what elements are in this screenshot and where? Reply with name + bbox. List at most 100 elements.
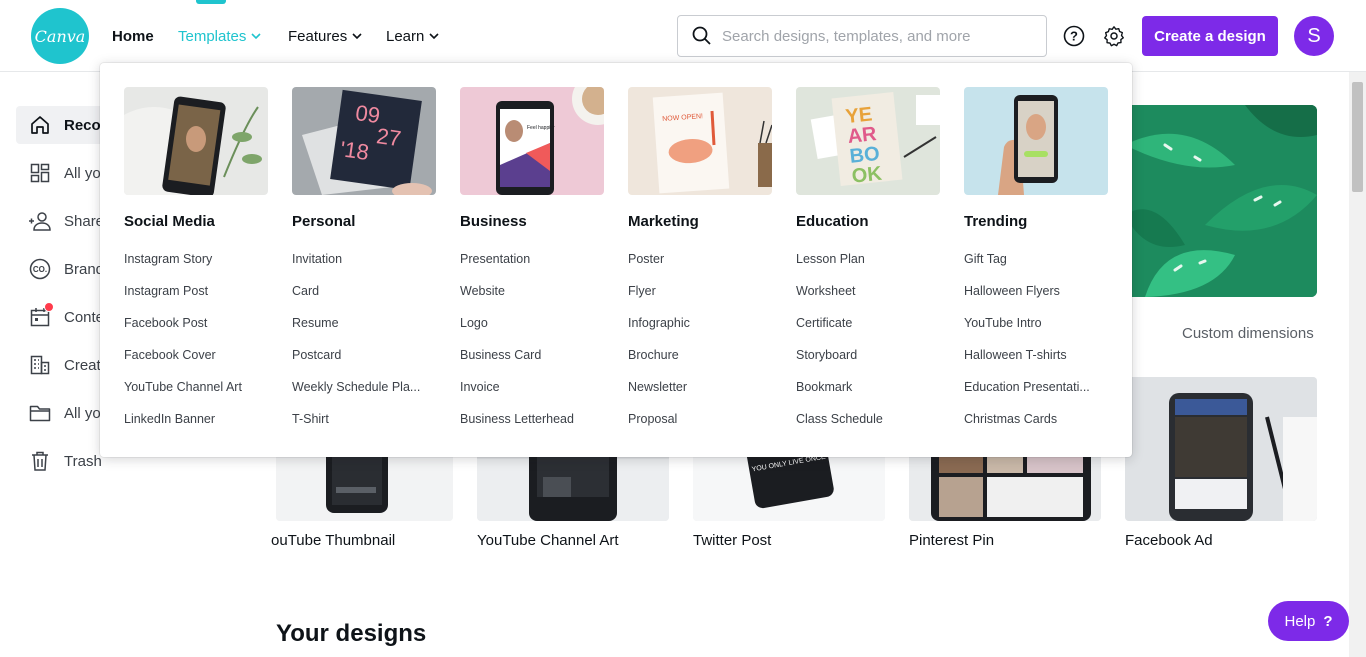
notification-dot xyxy=(44,302,54,312)
template-link[interactable]: Education Presentati... xyxy=(964,380,1108,412)
question-icon: ? xyxy=(1323,612,1333,630)
template-link[interactable]: Christmas Cards xyxy=(964,412,1108,444)
chevron-down-icon xyxy=(251,33,261,40)
dropdown-column-social-media: Social Media Instagram Story Instagram P… xyxy=(124,87,268,444)
nav-learn[interactable]: Learn xyxy=(386,26,440,46)
card-label[interactable]: Twitter Post xyxy=(693,532,771,549)
template-link[interactable]: Postcard xyxy=(292,348,436,380)
template-link[interactable]: Newsletter xyxy=(628,380,772,412)
search-input[interactable] xyxy=(722,27,1032,45)
template-link[interactable]: Resume xyxy=(292,316,436,348)
template-link[interactable]: Business Letterhead xyxy=(460,412,604,444)
nav-features[interactable]: Features xyxy=(288,26,363,46)
thumbnail-text: 27 xyxy=(375,123,403,151)
column-heading[interactable]: Social Media xyxy=(124,213,268,231)
canva-logo[interactable]: Canva xyxy=(31,8,89,64)
dropdown-column-business: Feel happier Business Presentation Websi… xyxy=(460,87,604,444)
marketing-thumbnail[interactable]: NOW OPEN! xyxy=(628,87,772,195)
template-link[interactable]: Invoice xyxy=(460,380,604,412)
dropdown-column-marketing: NOW OPEN! Marketing Poster Flyer Infogra… xyxy=(628,87,772,444)
template-link[interactable]: YouTube Channel Art xyxy=(124,380,268,412)
card-label[interactable]: Facebook Ad xyxy=(1125,532,1213,549)
template-link[interactable]: Poster xyxy=(628,252,772,284)
gear-icon[interactable] xyxy=(1102,24,1126,48)
dropdown-column-trending: Trending Gift Tag Halloween Flyers YouTu… xyxy=(964,87,1108,444)
folder-icon xyxy=(28,401,52,425)
template-list: Poster Flyer Infographic Brochure Newsle… xyxy=(628,252,772,444)
search-box[interactable] xyxy=(677,15,1047,57)
template-link[interactable]: Facebook Post xyxy=(124,316,268,348)
top-bar: Canva Home Templates Features Learn ? Cr… xyxy=(0,0,1366,72)
template-link[interactable]: Website xyxy=(460,284,604,316)
template-link[interactable]: Infographic xyxy=(628,316,772,348)
template-link[interactable]: Brochure xyxy=(628,348,772,380)
template-link[interactable]: Halloween T-shirts xyxy=(964,348,1108,380)
template-link[interactable]: LinkedIn Banner xyxy=(124,412,268,444)
templates-dropdown: Social Media Instagram Story Instagram P… xyxy=(100,63,1132,457)
scrollbar-thumb[interactable] xyxy=(1352,82,1363,192)
building-icon xyxy=(28,353,52,377)
avatar[interactable]: S xyxy=(1294,16,1334,56)
column-heading[interactable]: Business xyxy=(460,213,604,231)
template-link[interactable]: Instagram Story xyxy=(124,252,268,284)
help-button[interactable]: Help ? xyxy=(1268,601,1349,641)
shared-users-icon xyxy=(28,209,52,233)
education-thumbnail[interactable]: YE AR BO OK xyxy=(796,87,940,195)
home-icon xyxy=(28,113,52,137)
template-link[interactable]: Class Schedule xyxy=(796,412,940,444)
template-link[interactable]: Proposal xyxy=(628,412,772,444)
template-link[interactable]: Certificate xyxy=(796,316,940,348)
column-heading[interactable]: Marketing xyxy=(628,213,772,231)
template-link[interactable]: Weekly Schedule Pla... xyxy=(292,380,436,412)
template-link[interactable]: Logo xyxy=(460,316,604,348)
template-link[interactable]: Presentation xyxy=(460,252,604,284)
template-link[interactable]: Worksheet xyxy=(796,284,940,316)
template-link[interactable]: Facebook Cover xyxy=(124,348,268,380)
brand-kit-icon: CO. xyxy=(28,257,52,281)
trending-thumbnail[interactable] xyxy=(964,87,1108,195)
dropdown-column-education: YE AR BO OK Education Lesson Plan Worksheet… xyxy=(796,87,940,444)
template-link[interactable]: Invitation xyxy=(292,252,436,284)
card-label[interactable]: ouTube Thumbnail xyxy=(271,532,395,549)
template-list: Instagram Story Instagram Post Facebook … xyxy=(124,252,268,444)
template-link[interactable]: Flyer xyxy=(628,284,772,316)
grid-icon xyxy=(28,161,52,185)
svg-text:?: ? xyxy=(1070,29,1078,44)
template-list: Invitation Card Resume Postcard Weekly S… xyxy=(292,252,436,444)
trash-icon xyxy=(28,449,52,473)
template-card-facebook-ad[interactable] xyxy=(1125,377,1317,521)
template-link[interactable]: Storyboard xyxy=(796,348,940,380)
hero-leaf-image[interactable] xyxy=(1125,105,1317,297)
page-scrollbar[interactable] xyxy=(1349,72,1366,657)
column-heading[interactable]: Personal xyxy=(292,213,436,231)
card-label[interactable]: Pinterest Pin xyxy=(909,532,994,549)
template-list: Lesson Plan Worksheet Certificate Storyb… xyxy=(796,252,940,444)
chevron-down-icon xyxy=(429,33,439,40)
help-icon[interactable]: ? xyxy=(1062,24,1086,48)
thumbnail-text: '18 xyxy=(339,136,371,165)
column-heading[interactable]: Education xyxy=(796,213,940,231)
template-link[interactable]: Gift Tag xyxy=(964,252,1108,284)
template-link[interactable]: Business Card xyxy=(460,348,604,380)
template-link[interactable]: Card xyxy=(292,284,436,316)
column-heading[interactable]: Trending xyxy=(964,213,1108,231)
thumbnail-text: OK xyxy=(851,163,884,188)
template-link[interactable]: T-Shirt xyxy=(292,412,436,444)
nav-home[interactable]: Home xyxy=(112,26,154,46)
personal-thumbnail[interactable]: 09 27'18 xyxy=(292,87,436,195)
social-media-thumbnail[interactable] xyxy=(124,87,268,195)
template-link[interactable]: Halloween Flyers xyxy=(964,284,1108,316)
template-link[interactable]: Bookmark xyxy=(796,380,940,412)
template-link[interactable]: YouTube Intro xyxy=(964,316,1108,348)
card-label[interactable]: YouTube Channel Art xyxy=(477,532,619,549)
business-thumbnail[interactable]: Feel happier xyxy=(460,87,604,195)
custom-dimensions-link[interactable]: Custom dimensions xyxy=(1182,325,1314,342)
template-link[interactable]: Lesson Plan xyxy=(796,252,940,284)
nav-templates[interactable]: Templates xyxy=(178,26,262,46)
your-designs-heading: Your designs xyxy=(276,620,427,647)
active-tab-indicator xyxy=(196,0,226,4)
calendar-icon xyxy=(28,302,54,329)
chevron-down-icon xyxy=(352,33,362,40)
create-design-button[interactable]: Create a design xyxy=(1142,16,1278,56)
template-link[interactable]: Instagram Post xyxy=(124,284,268,316)
